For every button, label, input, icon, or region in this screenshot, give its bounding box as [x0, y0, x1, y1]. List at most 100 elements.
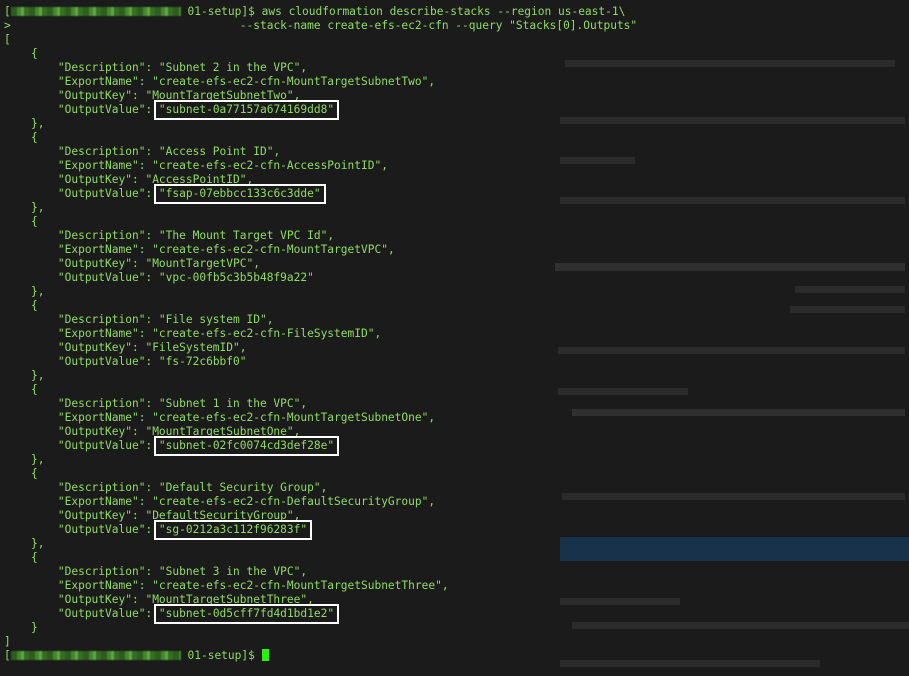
output-value-text: subnet-0d5cff7fd4d1bd1e2 [165, 607, 328, 620]
json-line: { [4, 383, 38, 397]
json-object-open: { [30, 551, 38, 564]
ghost-text-bar [560, 660, 820, 667]
ghost-text-bar [790, 306, 905, 313]
json-line: "OutputValue": "fsap-07ebbcc133c6c3dde" [4, 187, 321, 200]
json-line: { [4, 215, 38, 229]
ghost-text-bar [560, 117, 905, 124]
json-array-open: [ [4, 33, 11, 46]
highlighted-output-value: "subnet-0a77157a674169dd8" [158, 103, 335, 116]
json-object-close: }, [30, 117, 45, 130]
output-export-name: create-efs-ec2-cfn-MountTargetSubnetOne [158, 411, 422, 424]
json-object-close: } [30, 621, 38, 634]
json-line: { [4, 131, 38, 145]
json-line: "OutputValue": "sg-0212a3c112f96283f" [4, 523, 308, 536]
terminal-cursor[interactable] [261, 649, 269, 661]
json-object-close: }, [30, 201, 45, 214]
ghost-text-bar [795, 286, 905, 293]
output-export-name: create-efs-ec2-cfn-MountTargetVPC [158, 243, 382, 256]
highlighted-output-value: "subnet-02fc0074cd3def28e" [158, 439, 335, 452]
json-line: "ExportName": "create-efs-ec2-cfn-MountT… [4, 75, 436, 88]
json-line: "ExportName": "create-efs-ec2-cfn-FileSy… [4, 327, 382, 340]
output-export-name: create-efs-ec2-cfn-MountTargetSubnetTwo [158, 75, 422, 88]
ghost-text-bar [555, 263, 905, 271]
output-value-text: fs-72c6bbf0 [165, 355, 240, 368]
ghost-text-bar [560, 598, 680, 605]
json-object-open: { [30, 383, 38, 396]
command-text-continued: --stack-name create-efs-ec2-cfn --query … [239, 19, 638, 32]
output-description: Access Point ID [165, 145, 267, 158]
ghost-text-bar [565, 60, 895, 67]
json-object-close: }, [30, 285, 45, 298]
json-line: }, [4, 117, 44, 131]
json-object-close: }, [30, 453, 45, 466]
json-line: "Description": "Subnet 1 in the VPC", [4, 397, 308, 410]
json-line: "ExportName": "create-efs-ec2-cfn-Access… [4, 159, 388, 172]
json-line: { [4, 551, 38, 565]
json-line: "Description": "The Mount Target VPC Id"… [4, 229, 335, 242]
output-description: Subnet 2 in the VPC [165, 61, 294, 74]
output-description: Default Security Group [165, 481, 314, 494]
json-line: }, [4, 201, 44, 215]
json-object-close: }, [30, 369, 45, 382]
json-array-close: ] [4, 635, 11, 648]
output-description: The Mount Target VPC Id [165, 229, 321, 242]
json-line: "ExportName": "create-efs-ec2-cfn-MountT… [4, 411, 436, 424]
output-value-text: subnet-0a77157a674169dd8 [165, 103, 328, 116]
output-value-text: sg-0212a3c112f96283f [165, 523, 301, 536]
prompt-path: 01-setup [187, 5, 242, 18]
output-key: MountTargetVPC [152, 257, 247, 270]
output-value-text: subnet-02fc0074cd3def28e [165, 439, 328, 452]
redacted-hostname [10, 7, 181, 16]
json-line: "OutputValue": "subnet-0a77157a674169dd8… [4, 103, 335, 116]
output-value-text: fsap-07ebbcc133c6c3dde [165, 187, 314, 200]
json-line: [ [4, 33, 11, 47]
prompt-path: 01-setup [187, 649, 242, 662]
json-line: { [4, 47, 38, 61]
output-export-name: create-efs-ec2-cfn-AccessPointID [158, 159, 375, 172]
output-value-text: vpc-00fb5c3b5b48f9a22 [165, 271, 308, 284]
json-line: }, [4, 285, 44, 299]
json-line: "ExportName": "create-efs-ec2-cfn-Defaul… [4, 495, 436, 508]
continuation-marker: > [4, 19, 11, 32]
prompt-line: [ 01-setup]$ [4, 649, 269, 663]
json-object-open: { [30, 299, 38, 312]
json-line: "OutputKey": "MountTargetVPC", [4, 257, 260, 270]
ghost-text-bar [558, 388, 688, 395]
ghost-text-bar [560, 537, 909, 561]
output-description: Subnet 1 in the VPC [165, 397, 294, 410]
output-value: "fs-72c6bbf0" [158, 355, 247, 368]
ghost-text-bar [558, 347, 905, 354]
output-export-name: create-efs-ec2-cfn-MountTargetSubnetThre… [158, 579, 436, 592]
prompt-suffix: ]$ [241, 649, 255, 662]
output-export-name: create-efs-ec2-cfn-FileSystemID [158, 327, 368, 340]
ghost-text-bar [572, 622, 909, 629]
command-text: aws cloudformation describe-stacks --reg… [261, 5, 626, 18]
json-line: "OutputValue": "fs-72c6bbf0" [4, 355, 247, 368]
json-object-open: { [30, 467, 38, 480]
json-line: ] [4, 635, 11, 649]
json-line: "Description": "Access Point ID", [4, 145, 281, 158]
json-line: "Description": "Subnet 3 in the VPC", [4, 565, 308, 578]
json-line: "OutputValue": "subnet-0d5cff7fd4d1bd1e2… [4, 607, 335, 620]
highlighted-output-value: "fsap-07ebbcc133c6c3dde" [158, 187, 321, 200]
ghost-text-bar [560, 157, 635, 164]
json-object-open: { [30, 131, 38, 144]
output-export-name: create-efs-ec2-cfn-DefaultSecurityGroup [158, 495, 422, 508]
json-object-close: }, [30, 537, 45, 550]
json-object-open: { [30, 47, 38, 60]
json-line: "ExportName": "create-efs-ec2-cfn-MountT… [4, 579, 449, 592]
json-line: }, [4, 453, 44, 467]
highlighted-output-value: "subnet-0d5cff7fd4d1bd1e2" [158, 607, 335, 620]
terminal-window[interactable]: [ 01-setup]$ aws cloudformation describe… [0, 0, 909, 676]
json-line: "OutputKey": "FileSystemID", [4, 341, 247, 354]
output-value: "vpc-00fb5c3b5b48f9a22" [158, 271, 314, 284]
output-description: File system ID [165, 313, 260, 326]
json-line: "OutputValue": "vpc-00fb5c3b5b48f9a22" [4, 271, 314, 284]
json-line: } [4, 621, 38, 635]
json-line: "Description": "Default Security Group", [4, 481, 328, 494]
highlighted-output-value: "sg-0212a3c112f96283f" [158, 523, 308, 536]
json-line: }, [4, 537, 44, 551]
command-line: [ 01-setup]$ aws cloudformation describe… [4, 5, 626, 18]
json-line: "OutputValue": "subnet-02fc0074cd3def28e… [4, 439, 335, 452]
json-line: "ExportName": "create-efs-ec2-cfn-MountT… [4, 243, 395, 256]
